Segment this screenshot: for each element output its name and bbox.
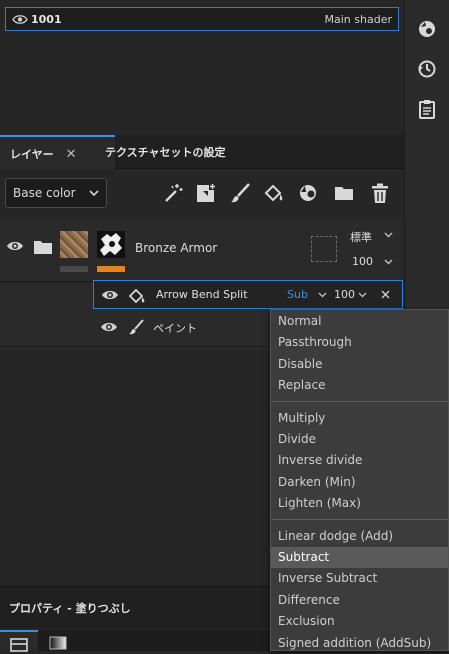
menu-item-disable[interactable]: Disable bbox=[271, 354, 448, 375]
fill-bucket-icon bbox=[128, 287, 146, 304]
layer-name[interactable]: Bronze Armor bbox=[135, 241, 217, 255]
eye-icon[interactable] bbox=[101, 289, 119, 301]
magic-wand-icon[interactable] bbox=[162, 182, 184, 204]
channel-select-value: Base color bbox=[13, 186, 76, 200]
paint-brush-icon[interactable] bbox=[229, 182, 251, 204]
menu-item-divide[interactable]: Divide bbox=[271, 429, 448, 450]
chevron-down-icon[interactable] bbox=[384, 232, 393, 238]
menu-item-normal[interactable]: Normal bbox=[271, 311, 448, 332]
paint-brush-icon bbox=[128, 319, 144, 335]
history-icon[interactable] bbox=[416, 58, 438, 80]
folder-icon[interactable] bbox=[333, 182, 355, 204]
tab-texture-set-settings[interactable]: テクスチャセットの設定 bbox=[95, 135, 236, 169]
thumbnail-indicator bbox=[60, 266, 88, 272]
menu-separator bbox=[271, 518, 448, 520]
fill-bucket-icon[interactable] bbox=[263, 182, 285, 204]
bronze-texture-thumbnail bbox=[60, 231, 88, 258]
menu-separator bbox=[271, 400, 448, 402]
tab-mask[interactable] bbox=[44, 632, 72, 651]
menu-item-signed-addition-addsub[interactable]: Signed addition (AddSub) bbox=[271, 633, 448, 654]
layer-blend-preview bbox=[311, 236, 337, 262]
log-clipboard-icon[interactable] bbox=[416, 98, 438, 120]
layer-name[interactable]: ペイント bbox=[153, 320, 197, 336]
menu-item-linear-dodge-add[interactable]: Linear dodge (Add) bbox=[271, 526, 448, 547]
properties-header: プロパティ - 塗りつぶし bbox=[0, 586, 270, 628]
layer-blend-mode[interactable]: Sub bbox=[287, 288, 308, 301]
menu-item-inverse-divide[interactable]: Inverse divide bbox=[271, 450, 448, 471]
properties-title: プロパティ - 塗りつぶし bbox=[9, 601, 131, 615]
chevron-down-icon[interactable] bbox=[358, 292, 367, 298]
texture-set-name: 1001 bbox=[31, 12, 62, 26]
bottom-tab-strip bbox=[0, 630, 270, 652]
mask-indicator bbox=[97, 266, 125, 272]
layer-toolbar: Base color bbox=[0, 169, 404, 219]
layer-opacity[interactable]: 100 bbox=[352, 255, 373, 268]
menu-item-inverse-subtract[interactable]: Inverse Subtract bbox=[271, 568, 448, 589]
eye-icon[interactable] bbox=[12, 14, 28, 25]
blend-mode-menu[interactable]: Normal Passthrough Disable Replace Multiply D… bbox=[270, 309, 449, 651]
tab-properties[interactable] bbox=[0, 630, 38, 652]
trash-icon[interactable] bbox=[369, 182, 391, 204]
mask-thumbnail bbox=[97, 231, 125, 258]
tab-layers-label: レイヤー bbox=[10, 148, 54, 161]
menu-item-difference[interactable]: Difference bbox=[271, 590, 448, 611]
layer-row-bronze-armor[interactable]: Bronze Armor 標準 100 bbox=[0, 220, 404, 281]
tab-texture-set-settings-label: テクスチャセットの設定 bbox=[105, 146, 226, 159]
menu-item-subtract[interactable]: Subtract bbox=[271, 547, 448, 568]
chevron-down-icon[interactable] bbox=[318, 292, 327, 298]
layer-name[interactable]: Arrow Bend Split bbox=[156, 288, 248, 301]
menu-item-darken-min[interactable]: Darken (Min) bbox=[271, 472, 448, 493]
eye-icon[interactable] bbox=[6, 240, 24, 252]
shader-name[interactable]: Main shader bbox=[325, 13, 392, 26]
panel-tab-bar: レイヤー ✕ テクスチャセットの設定 bbox=[0, 135, 404, 171]
menu-item-passthrough[interactable]: Passthrough bbox=[271, 332, 448, 353]
smart-material-icon[interactable] bbox=[297, 182, 319, 204]
mask-gradient-icon bbox=[49, 636, 67, 650]
channel-select[interactable]: Base color bbox=[5, 178, 107, 208]
shader-sphere-icon[interactable] bbox=[416, 18, 438, 40]
layer-properties-icon bbox=[10, 638, 28, 652]
folder-icon bbox=[33, 239, 53, 255]
menu-item-exclusion[interactable]: Exclusion bbox=[271, 611, 448, 632]
eye-icon[interactable] bbox=[100, 321, 118, 333]
texture-set-row[interactable]: 1001 Main shader bbox=[5, 7, 399, 31]
menu-item-lighten-max[interactable]: Lighten (Max) bbox=[271, 493, 448, 514]
add-mask-icon[interactable] bbox=[195, 182, 217, 204]
menu-item-replace[interactable]: Replace bbox=[271, 375, 448, 396]
layer-row-arrow-bend-split[interactable]: Arrow Bend Split Sub 100 bbox=[93, 280, 403, 309]
chevron-down-icon[interactable] bbox=[384, 259, 393, 265]
close-icon[interactable]: ✕ bbox=[66, 147, 77, 162]
layer-opacity[interactable]: 100 bbox=[334, 288, 355, 301]
layer-blend-mode[interactable]: 標準 bbox=[350, 229, 372, 245]
chevron-down-icon bbox=[89, 189, 99, 197]
close-icon[interactable] bbox=[381, 290, 390, 299]
menu-item-multiply[interactable]: Multiply bbox=[271, 408, 448, 429]
